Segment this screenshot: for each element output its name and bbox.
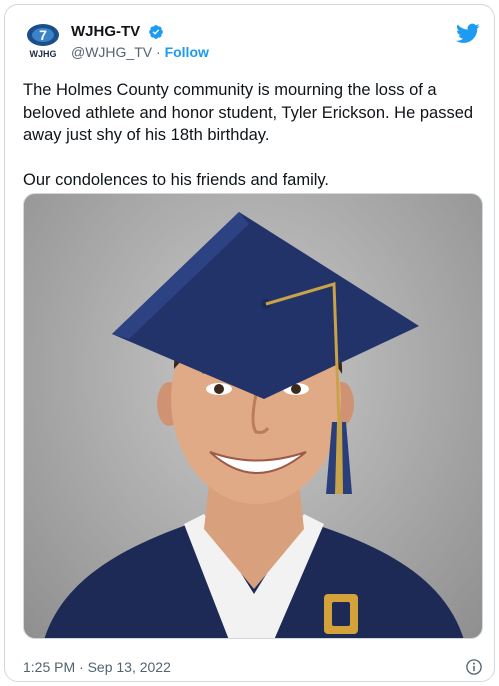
tweet-photo[interactable] xyxy=(23,193,483,639)
gown-emblem xyxy=(324,594,358,634)
info-icon[interactable] xyxy=(465,658,483,676)
tweet-timestamp[interactable]: 1:25 PM · Sep 13, 2022 xyxy=(23,659,171,675)
svg-text:WJHG: WJHG xyxy=(30,49,57,59)
tweet-footer: 1:25 PM · Sep 13, 2022 xyxy=(23,657,483,677)
verified-badge-icon xyxy=(148,24,163,39)
graduate-portrait-image xyxy=(44,212,464,638)
handle-separator: · xyxy=(156,44,161,60)
tweet-embed-card: 7 WJHG WJHG-TV @WJHG_TV · Follow The Hol… xyxy=(4,4,495,682)
account-handle[interactable]: @WJHG_TV xyxy=(71,44,152,60)
wjhg-logo: 7 WJHG xyxy=(27,24,59,59)
tweet-text: The Holmes County community is mourning … xyxy=(23,81,474,189)
follow-button[interactable]: Follow xyxy=(165,44,209,60)
twitter-bird-icon[interactable] xyxy=(456,21,480,45)
account-names: WJHG-TV @WJHG_TV · Follow xyxy=(71,22,209,62)
account-display-name[interactable]: WJHG-TV xyxy=(71,22,140,41)
svg-text:7: 7 xyxy=(39,27,47,43)
tweet-header: 7 WJHG WJHG-TV @WJHG_TV · Follow xyxy=(19,19,484,67)
account-avatar[interactable]: 7 WJHG xyxy=(23,21,63,61)
